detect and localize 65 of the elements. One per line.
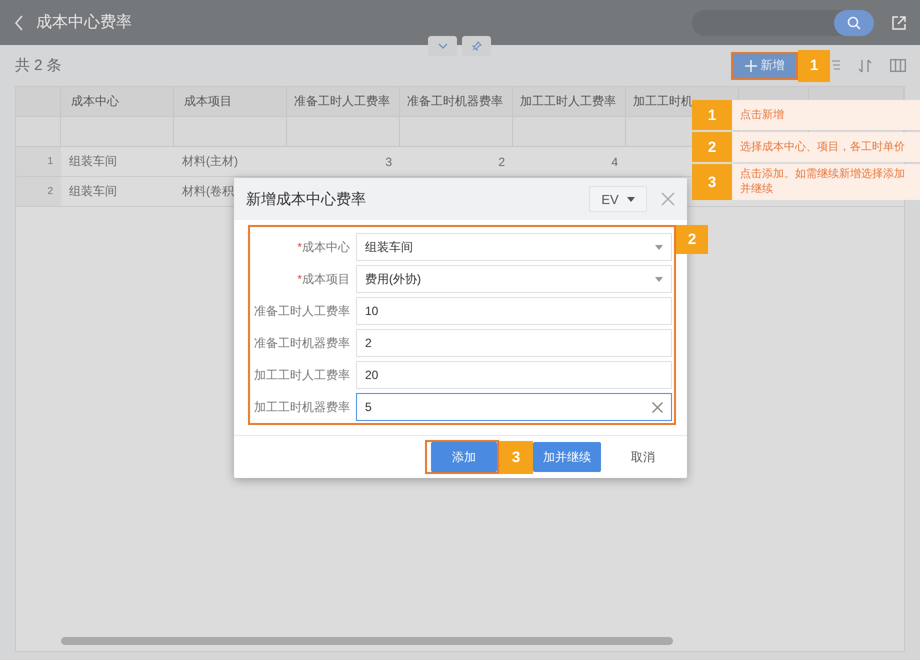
pin-icon bbox=[472, 41, 482, 51]
export-icon bbox=[892, 16, 906, 30]
columns-button[interactable] bbox=[890, 59, 906, 72]
caret-icon bbox=[626, 196, 635, 202]
language-dropdown[interactable]: EV bbox=[589, 186, 647, 212]
field-label: 加工工时人工费率 bbox=[254, 366, 350, 384]
field-label: 准备工时人工费率 bbox=[254, 302, 350, 320]
column-header[interactable]: 成本项目 bbox=[174, 87, 287, 117]
row-number: 2 bbox=[16, 177, 61, 207]
step-number: 3 bbox=[692, 164, 732, 200]
add-button[interactable]: 新增 bbox=[731, 52, 798, 80]
back-button[interactable] bbox=[14, 14, 24, 30]
record-count: 共 2 条 bbox=[15, 56, 63, 75]
field-label: *成本中心 bbox=[296, 238, 350, 256]
caret-icon bbox=[655, 244, 663, 250]
search-field[interactable] bbox=[692, 10, 874, 36]
input-field[interactable]: 2 bbox=[356, 329, 672, 357]
step-text: 选择成本中心、项目，各工时单价 bbox=[739, 140, 906, 154]
column-header[interactable]: 加工工时人工费率 bbox=[513, 87, 626, 117]
step-text: 点击添加。如需继续新增选择添加并继续 bbox=[739, 166, 906, 197]
field-label: 准备工时机器费率 bbox=[254, 334, 350, 352]
select-field[interactable]: 组装车间 bbox=[356, 233, 672, 261]
close-button[interactable] bbox=[661, 192, 675, 206]
column-header[interactable]: 准备工时机器费率 bbox=[400, 87, 513, 117]
input-field[interactable]: 10 bbox=[356, 297, 672, 325]
cancel-button[interactable]: 取消 bbox=[625, 442, 661, 472]
table-cell: 组装车间 bbox=[61, 177, 174, 207]
step-number: 2 bbox=[692, 132, 732, 162]
table-cell: 2 bbox=[400, 147, 513, 177]
step-marker: 3 bbox=[499, 440, 533, 474]
page-title: 成本中心费率 bbox=[36, 12, 133, 33]
table-cell: 3 bbox=[287, 147, 400, 177]
clear-icon bbox=[652, 402, 663, 412]
search-icon bbox=[847, 16, 861, 30]
scrollbar[interactable] bbox=[61, 637, 673, 645]
pin-tab[interactable] bbox=[462, 36, 491, 56]
column-header[interactable]: 成本中心 bbox=[61, 87, 174, 117]
filter-button[interactable] bbox=[832, 58, 840, 72]
step-marker: 1 bbox=[798, 50, 830, 82]
caret-icon bbox=[655, 276, 663, 282]
close-icon bbox=[661, 192, 675, 206]
field-label: 加工工时机器费率 bbox=[254, 398, 350, 416]
search-button[interactable] bbox=[834, 10, 874, 36]
plus-icon bbox=[744, 60, 756, 72]
columns-icon bbox=[890, 59, 906, 72]
step-number: 1 bbox=[692, 100, 732, 130]
row-number: 1 bbox=[16, 147, 61, 177]
chevron-down-icon bbox=[438, 43, 448, 49]
table-cell: 材料(主材) bbox=[174, 147, 287, 177]
column-header[interactable]: 准备工时人工费率 bbox=[287, 87, 400, 117]
filter-icon bbox=[832, 58, 840, 72]
step-text: 点击新增 bbox=[739, 108, 785, 122]
sort-button[interactable] bbox=[858, 58, 872, 72]
add-continue-button[interactable]: 加并继续 bbox=[533, 442, 601, 472]
input-field[interactable]: 5 bbox=[356, 393, 672, 421]
input-field[interactable]: 20 bbox=[356, 361, 672, 389]
add-button[interactable]: 添加 bbox=[431, 442, 497, 472]
select-field[interactable]: 费用(外协) bbox=[356, 265, 672, 293]
field-label: *成本项目 bbox=[296, 270, 350, 288]
collapse-tab[interactable] bbox=[428, 36, 457, 56]
table-cell: 组装车间 bbox=[61, 147, 174, 177]
sort-icon bbox=[858, 58, 872, 72]
step-marker: 2 bbox=[676, 225, 708, 254]
table-cell: 4 bbox=[513, 147, 626, 177]
back-icon bbox=[14, 14, 24, 30]
